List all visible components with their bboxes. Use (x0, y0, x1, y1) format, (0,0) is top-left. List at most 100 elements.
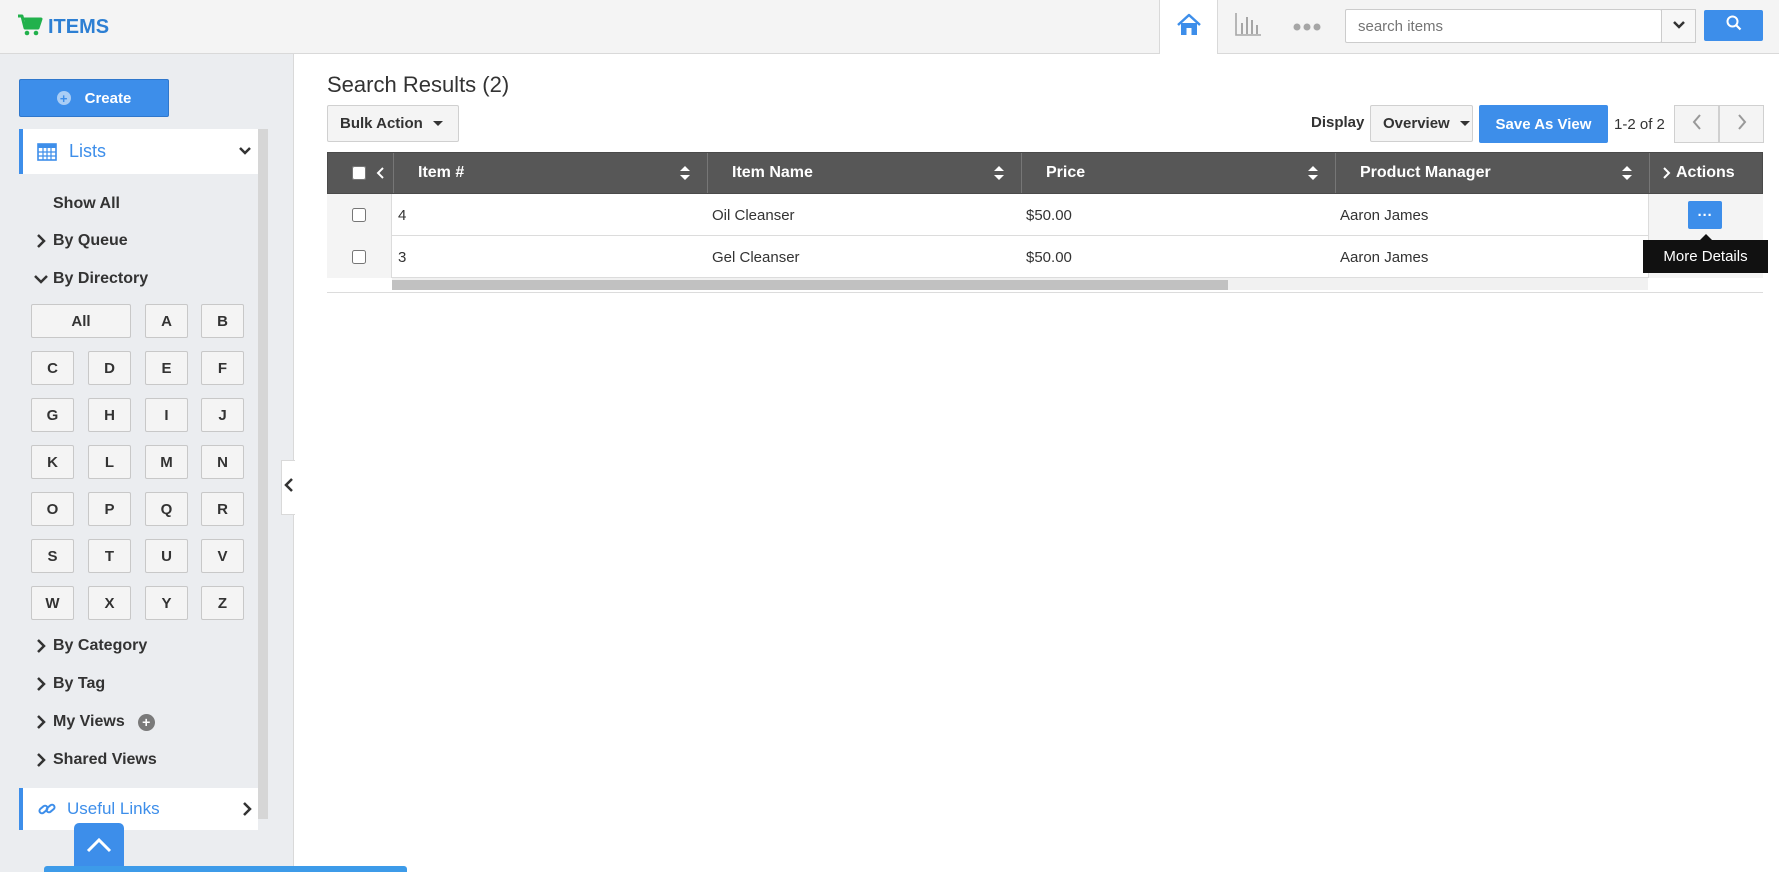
table-row[interactable]: 3 Gel Cleanser $50.00 Aaron James (327, 236, 1763, 278)
cart-icon (16, 11, 44, 44)
letter-button[interactable]: F (201, 351, 244, 385)
by-tag-item[interactable]: By Tag (33, 675, 105, 693)
cell-item-name[interactable]: Gel Cleanser (712, 236, 800, 278)
row-checkbox[interactable] (352, 208, 366, 222)
cell-item-name[interactable]: Oil Cleanser (712, 194, 795, 236)
row-checkbox-cell (327, 236, 392, 278)
letter-button[interactable]: H (88, 398, 131, 432)
table-row[interactable]: 4 Oil Cleanser $50.00 Aaron James ··· (327, 194, 1763, 236)
show-all-link[interactable]: Show All (53, 195, 120, 213)
letter-button[interactable]: W (31, 586, 74, 620)
letter-button[interactable]: A (145, 304, 188, 338)
create-button[interactable]: + Create (19, 79, 169, 117)
letter-button[interactable]: O (31, 492, 74, 526)
add-view-icon[interactable]: + (137, 713, 155, 731)
more-tab[interactable] (1277, 0, 1336, 53)
column-divider (1335, 153, 1336, 193)
letter-button[interactable]: B (201, 304, 244, 338)
row-checkbox[interactable] (352, 250, 366, 264)
pagination-text: 1-2 of 2 (1614, 116, 1665, 133)
scroll-columns-left-icon[interactable] (376, 153, 386, 193)
chevron-down-icon (33, 274, 49, 284)
sort-icon[interactable] (679, 165, 691, 186)
sort-icon[interactable] (1307, 165, 1319, 186)
my-views-item[interactable]: My Views + (33, 713, 155, 731)
chevron-right-icon (33, 639, 49, 653)
search-icon (1726, 15, 1742, 36)
page-title: Search Results (2) (327, 72, 510, 97)
next-page-button[interactable] (1719, 105, 1764, 143)
letter-button[interactable]: T (88, 539, 131, 573)
chevron-left-icon (283, 478, 294, 497)
letter-button[interactable]: E (145, 351, 188, 385)
letter-button[interactable]: V (201, 539, 244, 573)
chart-icon (1234, 11, 1262, 42)
scroll-up-button[interactable] (74, 823, 124, 872)
sidebar-scrollbar[interactable] (258, 129, 268, 819)
collapse-sidebar-toggle[interactable] (281, 460, 295, 515)
prev-page-button[interactable] (1674, 105, 1719, 143)
app-brand[interactable]: ITEMS (16, 11, 109, 44)
more-details-tooltip: More Details (1643, 240, 1768, 273)
useful-links-header[interactable]: Useful Links (19, 788, 258, 830)
letter-button[interactable]: M (145, 445, 188, 479)
calendar-grid-icon (37, 142, 57, 161)
chevron-left-icon (1692, 113, 1702, 135)
cell-product-manager: Aaron James (1340, 248, 1429, 266)
letter-button[interactable]: I (145, 398, 188, 432)
letter-button[interactable]: Y (145, 586, 188, 620)
reports-tab[interactable] (1218, 0, 1277, 53)
search-scope-dropdown[interactable] (1661, 9, 1696, 43)
letter-button[interactable]: Z (201, 586, 244, 620)
by-directory-item[interactable]: By Directory (33, 270, 148, 288)
save-as-view-button[interactable]: Save As View (1479, 105, 1608, 143)
letter-button[interactable]: G (31, 398, 74, 432)
sort-icon[interactable] (1621, 165, 1633, 186)
column-header-product-manager[interactable]: Product Manager (1360, 153, 1491, 193)
select-all-checkbox[interactable] (352, 166, 366, 180)
shared-views-item[interactable]: Shared Views (33, 751, 157, 769)
letter-button[interactable]: Q (145, 492, 188, 526)
letter-button[interactable]: U (145, 539, 188, 573)
sort-icon[interactable] (993, 165, 1005, 186)
by-category-item[interactable]: By Category (33, 637, 147, 655)
column-header-price[interactable]: Price (1046, 153, 1085, 193)
row-checkbox-cell (327, 194, 392, 236)
chevron-right-icon (33, 677, 49, 691)
by-queue-item[interactable]: By Queue (33, 232, 128, 250)
letter-button[interactable]: K (31, 445, 74, 479)
link-icon (37, 800, 57, 818)
home-icon (1176, 12, 1202, 43)
bulk-action-button[interactable]: Bulk Action (327, 105, 459, 142)
letter-button[interactable]: L (88, 445, 131, 479)
letter-button[interactable]: C (31, 351, 74, 385)
letter-button[interactable]: R (201, 492, 244, 526)
letter-button[interactable]: P (88, 492, 131, 526)
letter-button[interactable]: X (88, 586, 131, 620)
letter-button[interactable]: D (88, 351, 131, 385)
letter-button[interactable]: J (201, 398, 244, 432)
my-views-label: My Views (53, 713, 125, 730)
lists-panel-header[interactable]: Lists (19, 129, 258, 174)
cell-product-manager: Aaron James (1340, 206, 1429, 224)
column-header-item-no[interactable]: Item # (418, 153, 464, 193)
useful-links-label: Useful Links (67, 799, 160, 818)
column-divider (1021, 153, 1022, 193)
plus-circle-icon: + (56, 91, 71, 105)
column-header-item-name[interactable]: Item Name (732, 153, 813, 193)
caret-down-icon (1459, 121, 1470, 126)
caret-down-icon (432, 121, 443, 126)
more-details-button[interactable]: ··· (1688, 201, 1722, 229)
search-button[interactable] (1704, 10, 1763, 41)
home-tab[interactable] (1159, 0, 1218, 54)
letter-button[interactable]: N (201, 445, 244, 479)
search-input[interactable] (1346, 10, 1656, 42)
column-header-actions: Actions (1676, 164, 1735, 181)
show-all-label: Show All (53, 195, 120, 212)
table-header: Item # Item Name Price Product Manager A… (327, 152, 1763, 194)
table-scroll-thumb[interactable] (392, 280, 1228, 290)
scroll-columns-right-icon[interactable] (1661, 153, 1671, 193)
letter-button[interactable]: S (31, 539, 74, 573)
letter-all-button[interactable]: All (31, 304, 131, 338)
display-dropdown[interactable]: Overview (1370, 105, 1473, 142)
